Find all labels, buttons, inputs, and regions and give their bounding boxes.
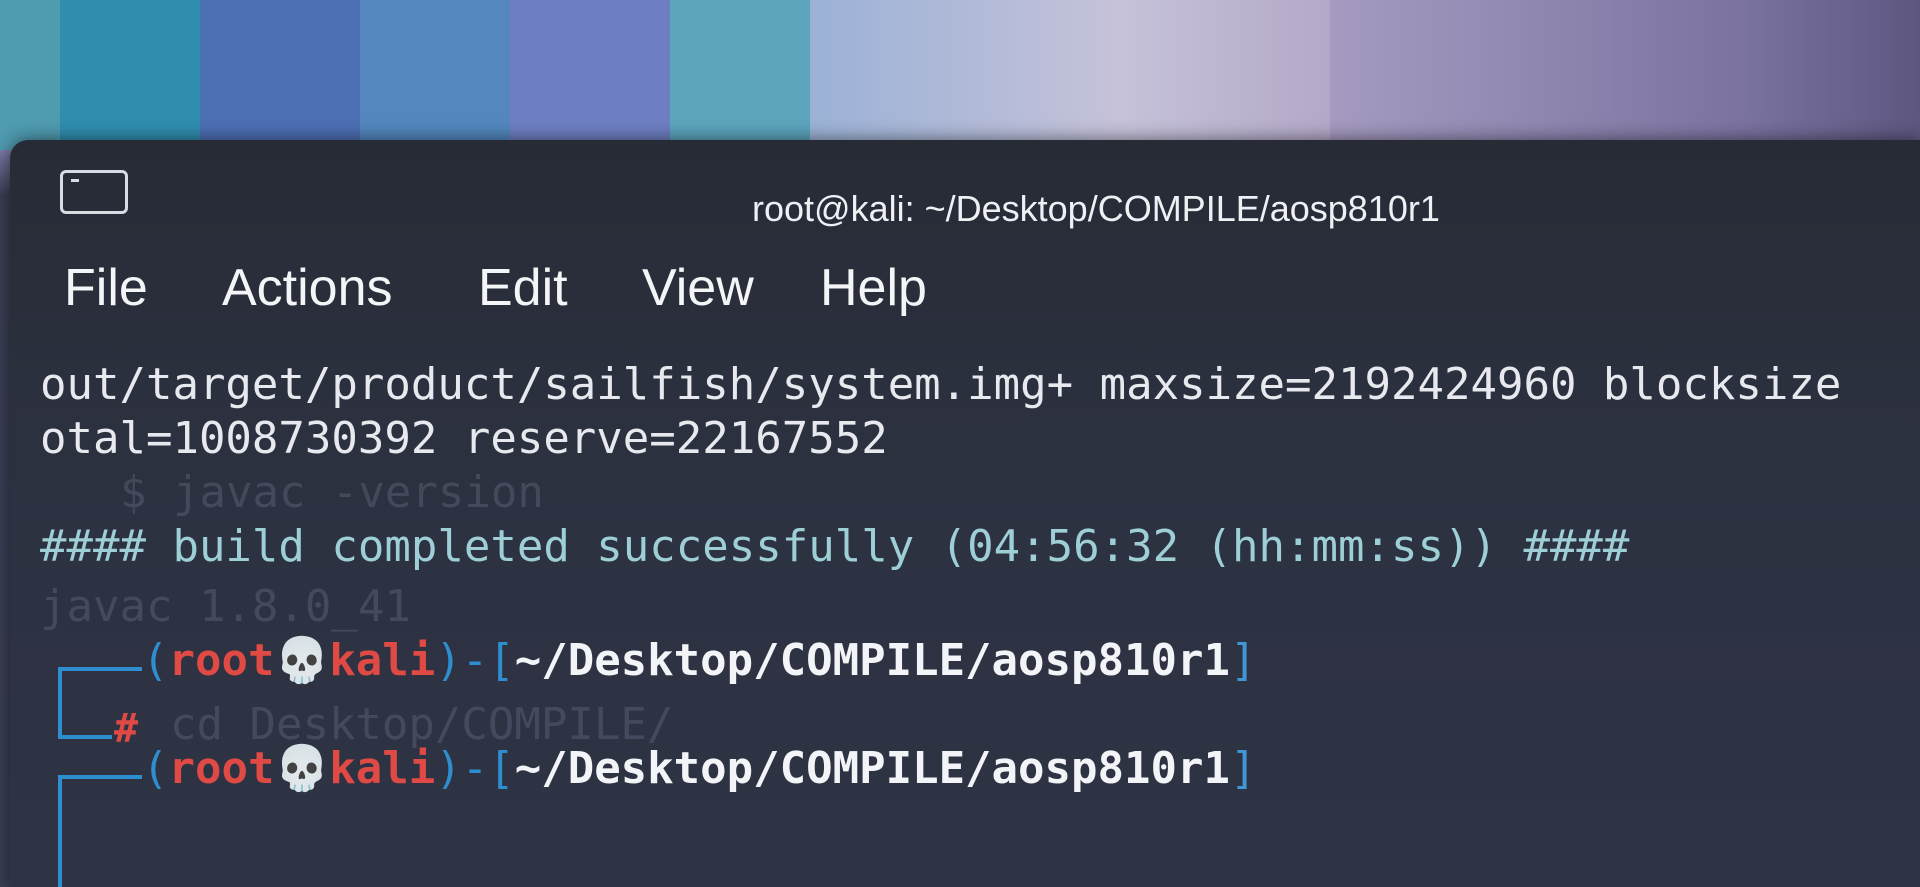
prompt-host: kali	[329, 743, 436, 794]
prompt-frame	[62, 735, 112, 739]
prompt-close: )-[	[435, 635, 515, 686]
ghost-line: $ javac -version	[120, 467, 544, 518]
menu-view[interactable]: View	[642, 258, 754, 318]
wallpaper-block	[0, 0, 60, 150]
window-icon[interactable]	[60, 170, 128, 214]
wallpaper-block	[1330, 0, 1920, 150]
prompt-open: (	[142, 743, 169, 794]
prompt-cwd: ~/Desktop/COMPILE/aosp810r1	[514, 743, 1230, 794]
prompt-cwd: ~/Desktop/COMPILE/aosp810r1	[514, 635, 1230, 686]
title-bar[interactable]: root@kali: ~/Desktop/COMPILE/aosp810r1	[10, 140, 1920, 250]
prompt-user: root	[168, 743, 275, 794]
prompt-frame	[62, 667, 142, 671]
prompt-hash: #	[114, 706, 139, 752]
prompt-line: (root💀kali)-[~/Desktop/COMPILE/aosp810r1…	[142, 739, 1256, 799]
ghost-line: javac 1.8.0_41	[40, 581, 411, 632]
prompt-frame	[58, 667, 62, 739]
wallpaper-block	[200, 0, 360, 150]
prompt-line: (root💀kali)-[~/Desktop/COMPILE/aosp810r1…	[142, 631, 1256, 691]
wallpaper-block	[60, 0, 200, 150]
prompt-open: (	[142, 635, 169, 686]
menu-bar: File Actions Edit View Help	[10, 258, 1920, 338]
skull-icon: 💀	[274, 743, 330, 794]
menu-help[interactable]: Help	[820, 258, 927, 318]
prompt-user: root	[168, 635, 275, 686]
prompt-end: ]	[1229, 635, 1257, 686]
wallpaper-block	[670, 0, 810, 150]
menu-file[interactable]: File	[64, 258, 148, 318]
menu-actions[interactable]: Actions	[222, 258, 393, 318]
window-title: root@kali: ~/Desktop/COMPILE/aosp810r1	[752, 188, 1440, 229]
wallpaper-block	[810, 0, 1330, 150]
prompt-host: kali	[329, 635, 436, 686]
output-line: out/target/product/sailfish/system.img+ …	[40, 359, 1842, 410]
prompt-frame	[58, 775, 62, 887]
skull-icon: 💀	[274, 635, 330, 686]
wallpaper-block	[510, 0, 670, 150]
prompt-frame	[62, 775, 142, 779]
output-line: otal=1008730392 reserve=22167552	[40, 413, 888, 464]
terminal-window[interactable]: root@kali: ~/Desktop/COMPILE/aosp810r1 F…	[10, 140, 1920, 887]
build-success-line: #### build completed successfully (04:56…	[40, 521, 1630, 572]
wallpaper-block	[360, 0, 510, 150]
menu-edit[interactable]: Edit	[478, 258, 568, 318]
prompt-end: ]	[1229, 743, 1257, 794]
terminal-output[interactable]: out/target/product/sailfish/system.img+ …	[10, 355, 1920, 887]
prompt-close: )-[	[435, 743, 515, 794]
